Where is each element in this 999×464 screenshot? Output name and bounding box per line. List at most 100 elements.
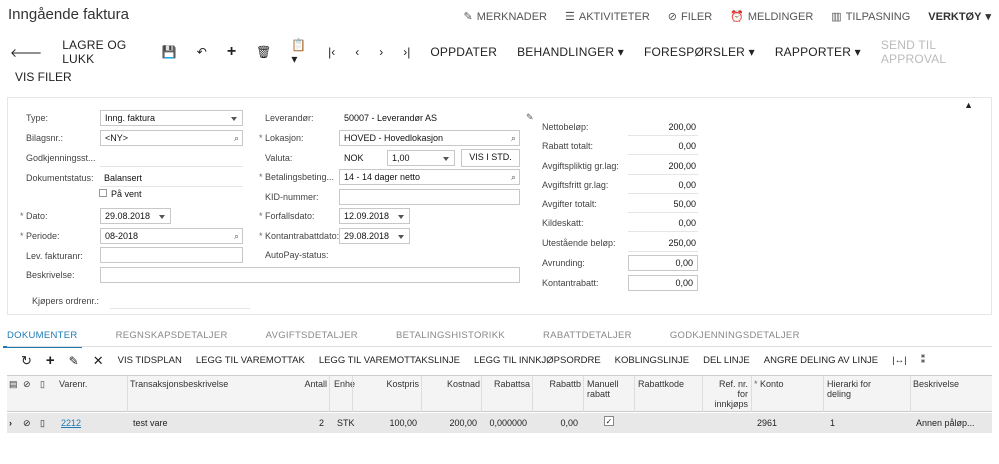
search-icon[interactable]: ⌕ [511,172,516,183]
legg-til-varemottakslinje-button[interactable]: LEGG TIL VAREMOTTAKSLINJE [319,355,460,366]
col-kostpris[interactable]: Kostpris [367,379,419,389]
levfaktura-input[interactable] [100,247,243,263]
filer-link[interactable]: ⊘ FILER [667,10,712,24]
note-icon[interactable]: ▯ [40,418,45,429]
tab-godkjenningsdetaljer[interactable]: GODKJENNINGSDETALJER [670,330,800,344]
total-label: Avgiftsfritt gr.lag: [542,180,609,190]
col-kostnad[interactable]: Kostnad [425,379,480,389]
verktoy-menu[interactable]: VERKTØY ▾ [928,10,991,24]
first-icon: |‹ [328,45,336,59]
col-antall[interactable]: Antall [287,379,327,389]
total-value: 200,00 [668,122,696,132]
vis-filer-button[interactable]: VIS FILER [15,70,72,84]
tab-avgiftsdetaljer[interactable]: AVGIFTSDETALJER [266,330,358,344]
next-icon: › [379,45,384,59]
cell-hierarki: 1 [830,418,836,428]
aktiviteter-link[interactable]: ☰ AKTIVITETER [565,10,650,24]
back-button[interactable]: 🡐 [10,45,42,60]
beskrivelse-input[interactable] [100,267,520,283]
pencil-icon[interactable]: ✎ [526,112,534,123]
oppdater-button[interactable]: OPPDATER [430,45,497,59]
betaling-input[interactable]: 14 - 14 dager netto ⌕ [339,169,520,185]
godkj-line [100,166,243,167]
bilag-input[interactable]: <NY> ⌕ [100,130,243,146]
paavent-label: På vent [111,189,142,199]
type-select[interactable]: Inng. faktura [100,110,243,126]
legg-til-innkjopsordre-button[interactable]: LEGG TIL INNKJØPSORDRE [474,355,601,366]
col-hierarki[interactable]: Hierarki for deling [827,379,897,399]
paperclip-icon: ⊘ [667,11,677,23]
vis-i-std-button[interactable]: VIS I STD. [461,149,520,167]
copy-button[interactable]: 📋▾ [291,38,308,66]
total-label: Kontantrabatt: [542,278,599,288]
cell-rabattbelop: 0,00 [560,418,578,428]
col-beskrivelse[interactable]: Beskrivelse [913,379,959,389]
search-icon[interactable]: ⌕ [234,231,239,242]
koblingslinje-button[interactable]: KOBLINGSLINJE [615,355,689,366]
attachment-icon[interactable]: ⊘ [23,418,31,429]
grid-delete-button[interactable]: ✕ [93,353,104,369]
tilpasning-link[interactable]: ▥ TILPASNING [831,10,910,24]
search-icon[interactable]: ⌕ [234,133,239,144]
paavent-checkbox[interactable] [99,189,107,197]
varenr-link[interactable]: 2212 [61,418,81,428]
del-linje-button[interactable]: DEL LINJE [703,355,750,366]
col-rabattkode[interactable]: Rabattkode [638,379,684,389]
search-icon[interactable]: ⌕ [511,133,516,144]
kontant-input[interactable]: 29.08.2018 [339,228,410,244]
table-row[interactable]: › ⊘ ▯ 2212 test vare 2 STK 100,00 200,00… [7,413,992,433]
tab-dokumenter[interactable]: DOKUMENTER [3,330,82,348]
kurs-select[interactable]: 1,00 [387,150,455,166]
col-rabattsats[interactable]: Rabattsa [485,379,530,389]
kid-label: KID-nummer: [265,192,319,202]
type-label: Type: [26,113,49,123]
forfall-input[interactable]: 12.09.2018 [339,208,410,224]
total-value: 50,00 [673,199,696,209]
angre-deling-button[interactable]: ANGRE DELING AV LINJE [764,355,878,366]
fit-columns-button[interactable]: |↔| [892,355,906,366]
refresh-button[interactable]: ↻ [21,353,32,369]
save-close-button[interactable]: LAGRE OG LUKK [62,38,142,66]
first-button[interactable]: |‹ [328,45,335,59]
tab-regnskapsdetaljer[interactable]: REGNSKAPSDETALJER [116,330,228,344]
col-varenr[interactable]: Varenr. [59,379,87,389]
col-konto[interactable]: * Konto [754,379,784,389]
more-button[interactable]: ⁑ [921,355,926,366]
col-rabattbelop[interactable]: Rabattb [537,379,581,389]
col-refnr[interactable]: Ref. nr. for innkjøps [706,379,748,409]
undo-button[interactable]: ↶ [197,45,207,59]
tab-betalingshistorikk[interactable]: BETALINGSHISTORIKK [396,330,505,344]
vis-tidsplan-button[interactable]: VIS TIDSPLAN [118,355,182,366]
next-button[interactable]: › [379,45,383,59]
meldinger-link[interactable]: ⏰ MELDINGER [730,10,813,24]
col-manuell[interactable]: Manuell rabatt [587,379,629,399]
foresporsler-menu[interactable]: FORESPØRSLER ▾ [644,45,755,59]
send-approval-button[interactable]: SEND TIL APPROVAL [881,38,979,66]
last-button[interactable]: ›| [403,45,410,59]
kid-input[interactable] [339,189,520,205]
grid-add-button[interactable]: + [46,352,55,369]
periode-input[interactable]: 08-2018 ⌕ [100,228,243,244]
total-line [628,193,698,194]
cell-konto: 2961 [757,418,778,428]
dato-input[interactable]: 29.08.2018 [100,208,171,224]
total-value: 0,00 [678,141,696,151]
tab-rabattdetaljer[interactable]: RABATTDETALJER [543,330,632,344]
prev-button[interactable]: ‹ [355,45,359,59]
main-toolbar: 🡐 LAGRE OG LUKK 💾 ↶ + 🗑 📋▾ |‹ ‹ › ›| OPP… [0,34,999,94]
rapporter-menu[interactable]: RAPPORTER ▾ [775,45,861,59]
collapse-icon[interactable]: ▲ [964,100,973,110]
manuell-checkbox[interactable]: ✓ [604,416,614,426]
legg-til-varemottak-button[interactable]: LEGG TIL VAREMOTTAK [196,355,305,366]
beskrivelse-label: Beskrivelse: [26,270,75,280]
total-input[interactable]: 0,00 [628,275,698,291]
col-transbesk[interactable]: Transaksjonsbeskrivelse [130,379,228,389]
grid-edit-button[interactable]: ✎ [69,354,79,368]
delete-button[interactable]: 🗑 [256,45,271,59]
total-input[interactable]: 0,00 [628,255,698,271]
lokasjon-input[interactable]: HOVED - Hovedlokasjon ⌕ [339,130,520,146]
add-button[interactable]: + [227,43,236,61]
behandlinger-menu[interactable]: BEHANDLINGER ▾ [517,45,624,59]
merknader-link[interactable]: ✎ MERKNADER [463,10,547,24]
save-button[interactable]: 💾 [162,45,177,59]
